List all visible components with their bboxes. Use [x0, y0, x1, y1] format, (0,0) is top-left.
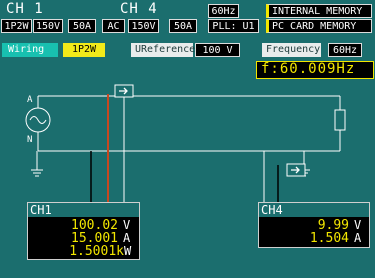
- ch4-current-unit: A: [354, 231, 362, 245]
- ch1-power-unit: W: [124, 244, 132, 258]
- line-n-label: N: [27, 135, 33, 145]
- ch4-current-value: 1.504: [309, 231, 349, 246]
- power-analyzer-screen: CH 1 CH 4 1P2W 150V 50A AC 150V 50A 60Hz…: [0, 0, 375, 278]
- ch4-panel-title: CH4: [259, 203, 369, 217]
- ch1-panel-title: CH1: [28, 203, 139, 217]
- ch4-clamp-sensor-icon: [286, 163, 306, 177]
- ch1-clamp-sensor-icon: [114, 84, 134, 98]
- ch1-power-value: 1.5001k: [69, 244, 124, 259]
- ch1-measurement-panel: CH1 100.02 V 15.001 A 1.5001k W: [27, 202, 140, 260]
- line-a-label: A: [27, 95, 33, 105]
- ch4-measurement-panel: CH4 9.99 V 1.504 A: [258, 202, 370, 248]
